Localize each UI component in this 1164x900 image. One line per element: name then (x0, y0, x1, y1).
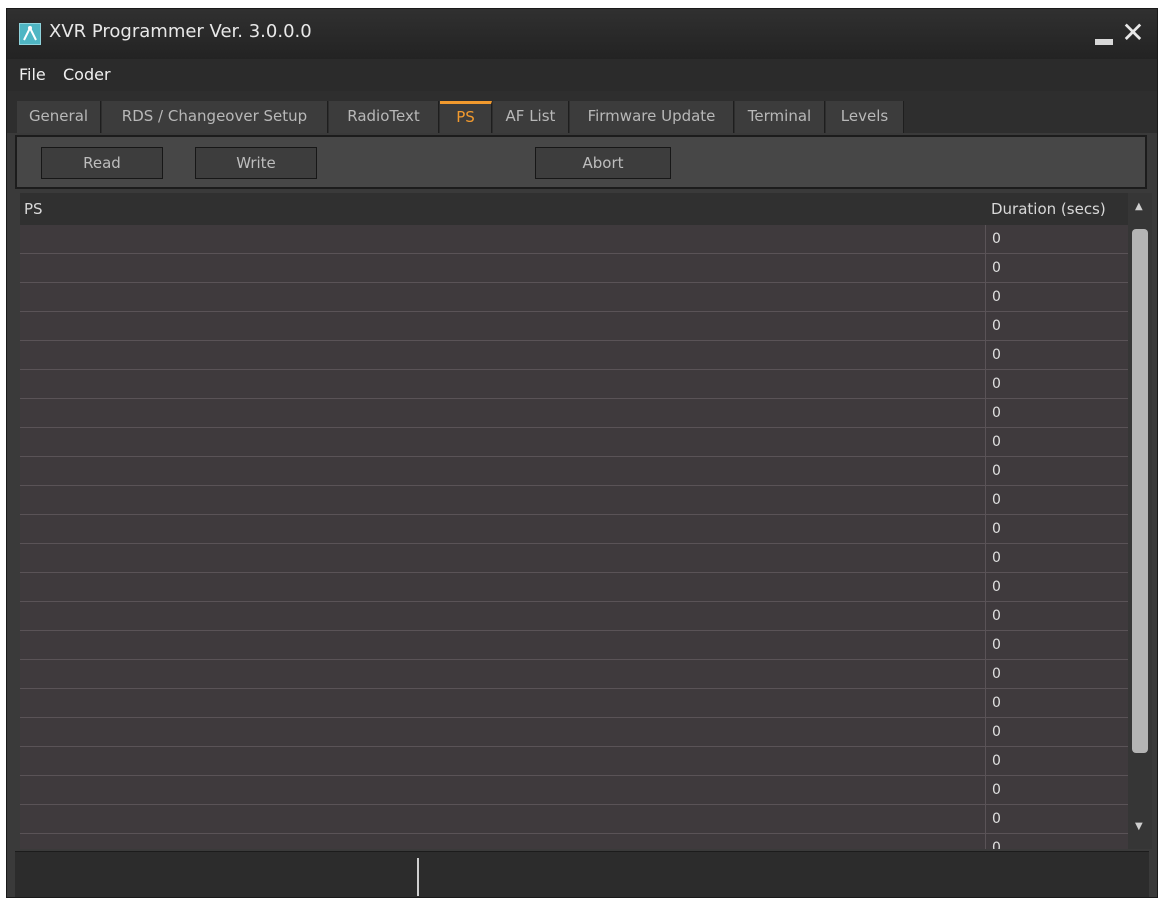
duration-cell[interactable]: 0 (985, 573, 1128, 601)
table-row[interactable]: 0 (20, 399, 1128, 428)
ps-cell[interactable] (20, 428, 985, 456)
ps-cell[interactable] (20, 660, 985, 688)
table-row[interactable]: 0 (20, 283, 1128, 312)
tab-general[interactable]: General (17, 101, 101, 133)
duration-cell[interactable]: 0 (985, 370, 1128, 398)
tab-firmware-update[interactable]: Firmware Update (570, 101, 734, 133)
duration-cell[interactable]: 0 (985, 515, 1128, 543)
ps-cell[interactable] (20, 631, 985, 659)
table-row[interactable]: 0 (20, 573, 1128, 602)
table-row[interactable]: 0 (20, 689, 1128, 718)
abort-button[interactable]: Abort (535, 147, 671, 179)
duration-cell[interactable]: 0 (985, 312, 1128, 340)
duration-cell[interactable]: 0 (985, 341, 1128, 369)
write-button[interactable]: Write (195, 147, 317, 179)
duration-cell[interactable]: 0 (985, 283, 1128, 311)
scroll-down-arrow-icon[interactable]: ▼ (1135, 821, 1143, 832)
ps-cell[interactable] (20, 486, 985, 514)
tab-rds-changeover-setup[interactable]: RDS / Changeover Setup (102, 101, 328, 133)
table-row[interactable]: 0 (20, 341, 1128, 370)
ps-cell[interactable] (20, 370, 985, 398)
ps-cell[interactable] (20, 776, 985, 804)
table-row[interactable]: 0 (20, 428, 1128, 457)
ps-cell[interactable] (20, 805, 985, 833)
tab-af-list[interactable]: AF List (493, 101, 569, 133)
table-rows: 0000000000000000000000 (20, 225, 1128, 849)
tab-levels[interactable]: Levels (826, 101, 904, 133)
ps-cell[interactable] (20, 573, 985, 601)
tab-terminal[interactable]: Terminal (735, 101, 825, 133)
ps-cell[interactable] (20, 399, 985, 427)
title-bar: XVR Programmer Ver. 3.0.0.0 ✕ (7, 9, 1157, 59)
table-row[interactable]: 0 (20, 602, 1128, 631)
app-icon (19, 23, 41, 45)
duration-cell[interactable]: 0 (985, 776, 1128, 804)
tab-radiotext[interactable]: RadioText (329, 101, 439, 133)
duration-cell[interactable]: 0 (985, 602, 1128, 630)
ps-cell[interactable] (20, 341, 985, 369)
ps-cell[interactable] (20, 718, 985, 746)
table-row[interactable]: 0 (20, 718, 1128, 747)
table-row[interactable]: 0 (20, 747, 1128, 776)
scrollbar-thumb[interactable] (1132, 229, 1148, 753)
table-row[interactable]: 0 (20, 805, 1128, 834)
table-row[interactable]: 0 (20, 225, 1128, 254)
table-row[interactable]: 0 (20, 631, 1128, 660)
duration-cell[interactable]: 0 (985, 399, 1128, 427)
duration-cell[interactable]: 0 (985, 225, 1128, 253)
ps-cell[interactable] (20, 515, 985, 543)
duration-cell[interactable]: 0 (985, 718, 1128, 746)
table-row[interactable]: 0 (20, 457, 1128, 486)
column-header-ps[interactable]: PS (20, 193, 985, 225)
tab-ps[interactable]: PS (440, 101, 492, 133)
duration-cell[interactable]: 0 (985, 486, 1128, 514)
toolbar: Read Write Abort (15, 135, 1147, 189)
ps-cell[interactable] (20, 225, 985, 253)
minimize-icon[interactable] (1095, 39, 1113, 45)
status-bar (15, 851, 1149, 897)
duration-cell[interactable]: 0 (985, 834, 1128, 849)
close-icon[interactable]: ✕ (1119, 19, 1147, 47)
duration-cell[interactable]: 0 (985, 747, 1128, 775)
ps-cell[interactable] (20, 602, 985, 630)
duration-cell[interactable]: 0 (985, 689, 1128, 717)
duration-cell[interactable]: 0 (985, 457, 1128, 485)
window-title: XVR Programmer Ver. 3.0.0.0 (49, 21, 312, 42)
duration-cell[interactable]: 0 (985, 428, 1128, 456)
ps-table: PS Duration (secs) 000000000000000000000… (20, 193, 1152, 849)
table-row[interactable]: 0 (20, 660, 1128, 689)
duration-cell[interactable]: 0 (985, 805, 1128, 833)
table-row[interactable]: 0 (20, 834, 1128, 849)
tab-bar: General RDS / Changeover Setup RadioText… (7, 91, 1157, 133)
menu-bar: File Coder (7, 59, 1157, 91)
duration-cell[interactable]: 0 (985, 660, 1128, 688)
column-header-duration[interactable]: Duration (secs) (985, 193, 1128, 225)
table-row[interactable]: 0 (20, 254, 1128, 283)
status-bar-divider (417, 858, 419, 896)
ps-cell[interactable] (20, 834, 985, 849)
scroll-up-arrow-icon[interactable]: ▲ (1135, 201, 1143, 212)
duration-cell[interactable]: 0 (985, 254, 1128, 282)
table-row[interactable]: 0 (20, 370, 1128, 399)
ps-cell[interactable] (20, 689, 985, 717)
menu-coder[interactable]: Coder (63, 65, 111, 84)
read-button[interactable]: Read (41, 147, 163, 179)
ps-cell[interactable] (20, 747, 985, 775)
ps-cell[interactable] (20, 283, 985, 311)
vertical-scrollbar[interactable]: ▲ ▼ (1128, 193, 1152, 849)
duration-cell[interactable]: 0 (985, 631, 1128, 659)
table-row[interactable]: 0 (20, 544, 1128, 573)
table-row[interactable]: 0 (20, 515, 1128, 544)
table-row[interactable]: 0 (20, 776, 1128, 805)
menu-file[interactable]: File (19, 65, 46, 84)
app-window: XVR Programmer Ver. 3.0.0.0 ✕ File Coder… (6, 8, 1158, 898)
table-row[interactable]: 0 (20, 312, 1128, 341)
ps-cell[interactable] (20, 254, 985, 282)
duration-cell[interactable]: 0 (985, 544, 1128, 572)
ps-cell[interactable] (20, 312, 985, 340)
ps-cell[interactable] (20, 544, 985, 572)
table-row[interactable]: 0 (20, 486, 1128, 515)
ps-cell[interactable] (20, 457, 985, 485)
